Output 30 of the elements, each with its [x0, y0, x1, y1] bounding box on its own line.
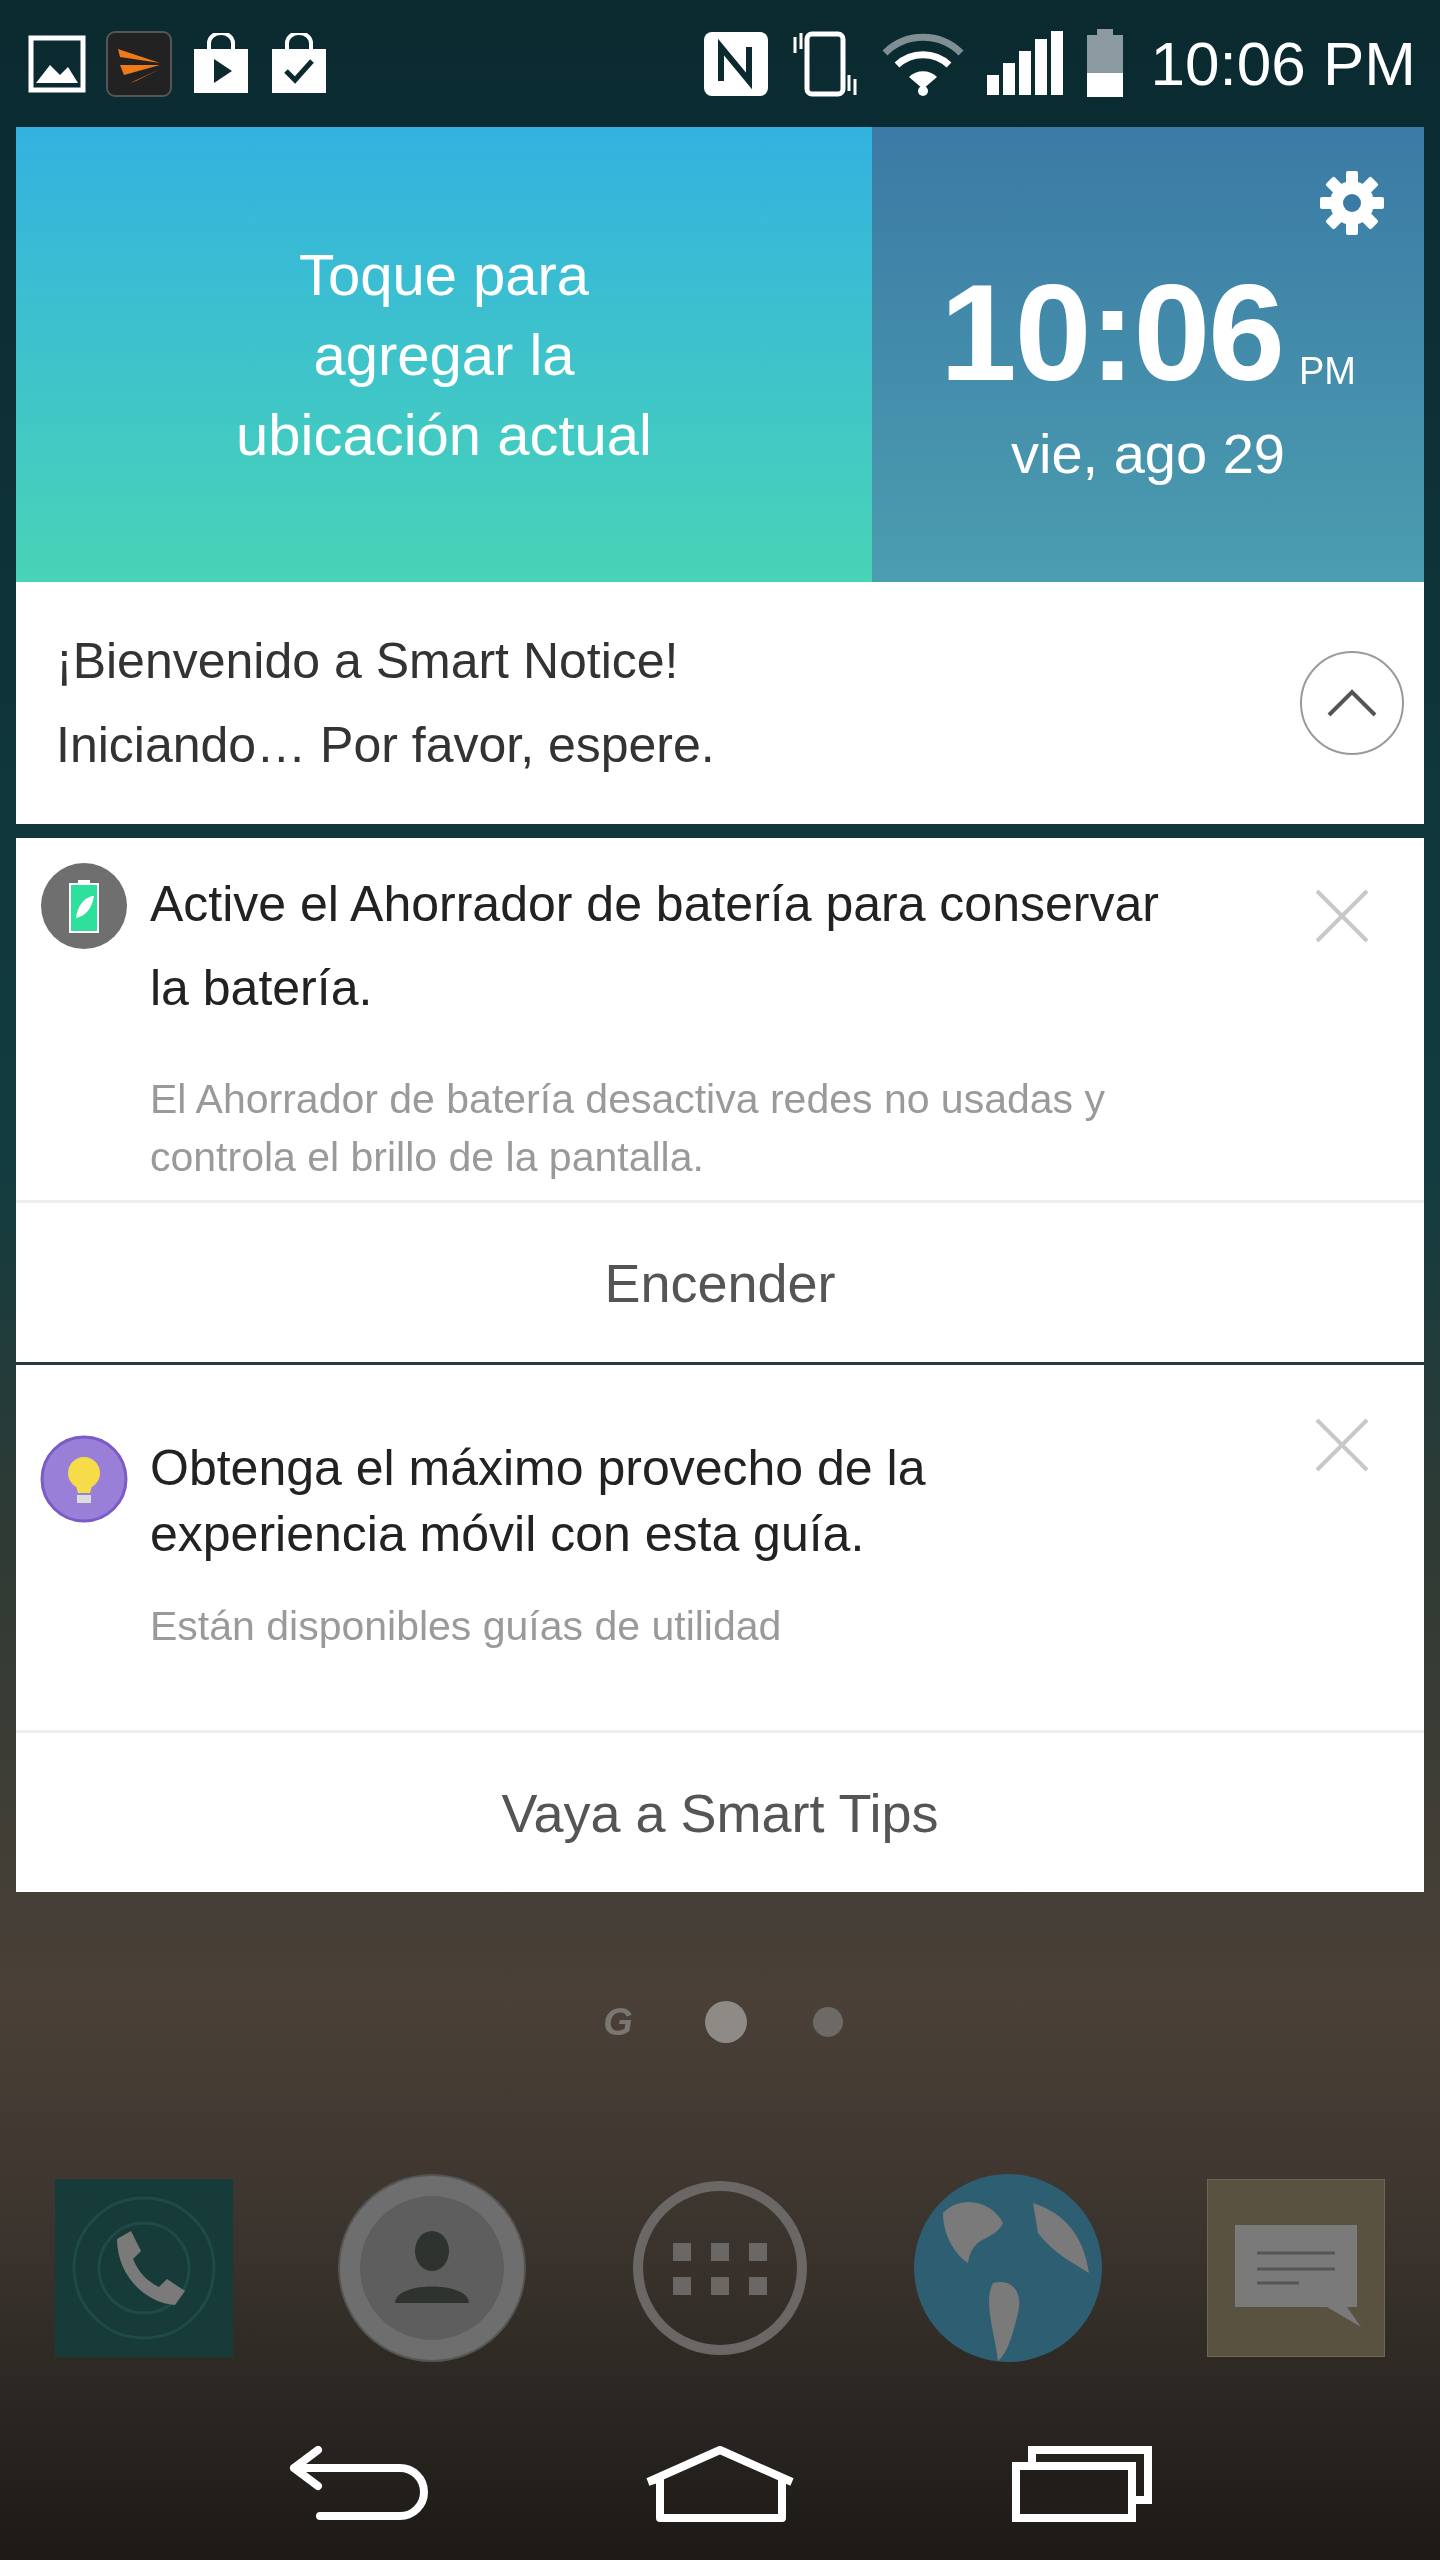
play-store-icon[interactable] [192, 32, 250, 95]
notification-body: Están disponibles guías de utilidad [150, 1602, 783, 1651]
clock-ampm: PM [1298, 350, 1356, 393]
clock-date: vie, ago 29 [1011, 421, 1285, 486]
notification-body: El Ahorrador de batería desactiva redes no usadas y controla el brillo de la pantalla. [150, 1075, 1106, 1182]
gallery-icon[interactable] [28, 34, 86, 93]
phone-icon[interactable] [55, 2179, 233, 2357]
home-icon[interactable] [644, 2446, 796, 2522]
recent-apps-icon[interactable] [1012, 2446, 1152, 2522]
contacts-icon[interactable] [337, 2173, 527, 2363]
notification-title: Obtenga el máximo provecho de la experiencia móvil con esta guía. [150, 1439, 927, 1564]
nfc-icon [702, 30, 769, 97]
shopping-bag-check-icon[interactable] [270, 32, 328, 95]
chevron-icon [1326, 688, 1378, 718]
globe-icon[interactable] [913, 2173, 1103, 2363]
battery-saver-icon [40, 862, 128, 950]
page-indicator[interactable] [705, 2001, 747, 2043]
clock-time: 10:06 [940, 267, 1283, 397]
notice-text: ¡Bienvenido a Smart Notice! [56, 632, 680, 691]
battery-icon [1084, 28, 1125, 99]
notice-text: Iniciando… Por favor, espere. [56, 716, 716, 775]
location-prompt: Toque para agregar la ubicación actual [235, 240, 653, 469]
lightbulb-icon [40, 1435, 128, 1523]
notification-title: Active el Ahorrador de batería para conservar la batería. [150, 875, 1160, 1018]
status-time: 10:06 PM [1150, 28, 1416, 99]
settings-icon[interactable] [1318, 169, 1386, 237]
apps-icon[interactable] [631, 2179, 809, 2357]
back-icon[interactable] [288, 2446, 428, 2522]
signal-icon [984, 30, 1065, 97]
app-notification-icon[interactable] [106, 30, 172, 97]
